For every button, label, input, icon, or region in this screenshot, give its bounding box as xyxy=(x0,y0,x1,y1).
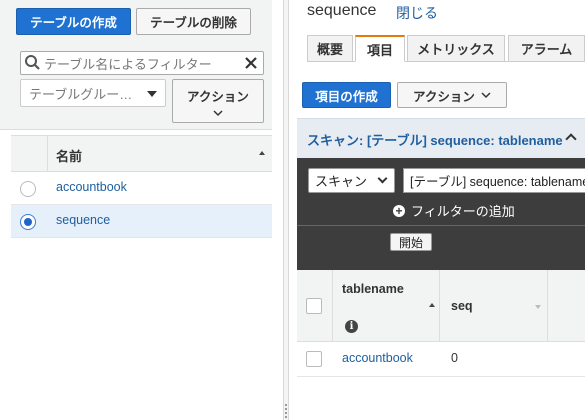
table-name-link[interactable]: sequence xyxy=(56,213,110,227)
tab-items[interactable]: 項目 xyxy=(355,35,405,62)
chevron-down-icon xyxy=(481,92,491,99)
close-link[interactable]: 閉じる xyxy=(396,3,438,23)
chevron-up-icon[interactable] xyxy=(565,133,577,145)
grip-icon xyxy=(285,404,287,418)
detail-tabs: 概要 項目 メトリックス アラーム xyxy=(307,35,585,62)
table-radio-selected[interactable] xyxy=(20,214,36,230)
tab-overview[interactable]: 概要 xyxy=(307,35,353,62)
table-list-panel: テーブルの作成 テーブルの削除 テーブル名によるフィルター テーブルグルー… ア… xyxy=(0,0,283,420)
items-grid-header: tablename i seq xyxy=(297,270,585,342)
caret-down-icon xyxy=(147,91,157,97)
sort-desc-icon[interactable] xyxy=(535,305,541,309)
sort-asc-icon[interactable] xyxy=(259,151,265,155)
add-filter-label: フィルターの追加 xyxy=(411,204,515,219)
chevron-down-icon xyxy=(377,173,388,184)
scan-controls: スキャン [テーブル] sequence: tablename + フィルターの… xyxy=(297,158,585,270)
table-row[interactable]: accountbook 0 xyxy=(297,343,585,377)
table-row[interactable]: accountbook xyxy=(11,172,272,205)
item-actions-label: アクション xyxy=(413,89,475,104)
scan-type-value: スキャン xyxy=(315,174,368,189)
table-group-placeholder: テーブルグルー… xyxy=(29,86,133,102)
table-name-link[interactable]: accountbook xyxy=(56,180,127,194)
tablename-column-header[interactable]: tablename i xyxy=(333,270,440,342)
scan-target-value: [テーブル] sequence: tablename xyxy=(410,175,585,189)
select-all-checkbox[interactable] xyxy=(306,298,322,314)
table-title: sequence xyxy=(307,2,377,19)
divider xyxy=(297,225,585,226)
scan-type-select[interactable]: スキャン xyxy=(308,168,395,193)
filter-placeholder: テーブル名によるフィルター xyxy=(44,56,212,72)
scan-panel-header[interactable]: スキャン: [テーブル] sequence: tablename xyxy=(297,118,585,158)
search-icon xyxy=(25,55,40,70)
tablename-header-label: tablename xyxy=(342,282,404,296)
row-checkbox[interactable] xyxy=(306,351,322,367)
seq-column-header[interactable]: seq xyxy=(440,270,548,342)
select-all-column xyxy=(297,270,333,342)
info-icon[interactable]: i xyxy=(345,320,358,333)
table-toolbar: テーブルの作成 テーブルの削除 テーブル名によるフィルター テーブルグルー… ア… xyxy=(0,0,272,130)
table-radio[interactable] xyxy=(20,181,36,197)
name-column-header[interactable]: 名前 xyxy=(56,146,82,165)
tab-alarms[interactable]: アラーム xyxy=(508,35,585,62)
create-item-button[interactable]: 項目の作成 xyxy=(302,82,391,108)
create-table-button[interactable]: テーブルの作成 xyxy=(16,8,131,35)
table-detail-panel: sequence 閉じる 概要 項目 メトリックス アラーム 項目の作成 アクシ… xyxy=(289,0,585,420)
start-scan-button[interactable]: 開始 xyxy=(390,233,432,251)
scan-target-select[interactable]: [テーブル] sequence: tablename xyxy=(403,168,585,193)
chevron-down-icon xyxy=(213,109,223,116)
column-divider xyxy=(47,136,48,172)
sort-asc-icon[interactable] xyxy=(429,303,435,307)
item-actions-button[interactable]: アクション xyxy=(397,82,507,108)
tab-metrics[interactable]: メトリックス xyxy=(407,35,505,62)
delete-table-button[interactable]: テーブルの削除 xyxy=(136,8,251,35)
scan-header-text: スキャン: [テーブル] sequence: tablename xyxy=(307,133,563,148)
table-row-selected[interactable]: sequence xyxy=(11,205,272,238)
plus-circle-icon: + xyxy=(393,204,405,217)
table-filter-input[interactable]: テーブル名によるフィルター xyxy=(20,51,264,75)
table-group-select[interactable]: テーブルグルー… xyxy=(20,79,166,107)
actions-dropdown-button[interactable]: アクション xyxy=(172,79,264,123)
clear-icon[interactable] xyxy=(244,56,258,70)
seq-header-label: seq xyxy=(451,299,473,313)
actions-label: アクション xyxy=(187,89,249,104)
table-list-header: 名前 xyxy=(11,135,272,172)
tablename-cell-link[interactable]: accountbook xyxy=(342,351,413,365)
add-filter-link[interactable]: + フィルターの追加 xyxy=(393,201,515,220)
seq-cell: 0 xyxy=(451,351,458,365)
